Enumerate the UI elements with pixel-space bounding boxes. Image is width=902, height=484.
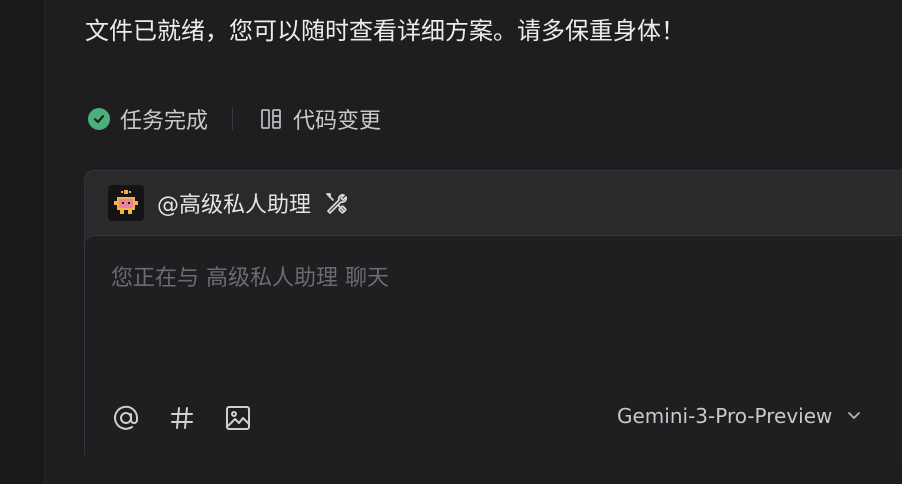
chevron-down-icon [846,404,862,428]
assistant-message: 文件已就绪，您可以随时查看详细方案。请多保重身体！ [85,17,685,45]
model-selector[interactable]: Gemini-3-Pro-Preview [617,404,862,428]
task-complete-label: 任务完成 [120,109,209,134]
status-separator [232,108,234,130]
message-input[interactable] [109,258,873,352]
message-input-area: Gemini-3-Pro-Preview [85,235,902,463]
agent-mention-label[interactable]: @高级私人助理 [157,187,311,219]
sidebar-strip [0,0,51,484]
sidebar-divider [50,0,51,484]
model-selector-label: Gemini-3-Pro-Preview [617,404,833,428]
agent-bar: @高级私人助理 [85,171,902,235]
code-changes-button[interactable]: 代码变更 [259,103,381,135]
at-icon[interactable] [111,403,141,433]
composer-toolbar [111,403,253,433]
task-complete-status: 任务完成 [88,103,208,135]
hash-icon[interactable] [167,403,197,433]
tools-icon[interactable] [323,190,349,216]
robot-avatar-icon [108,185,144,221]
diff-icon [259,107,283,131]
image-icon[interactable] [223,403,253,433]
check-circle-icon [88,108,110,130]
code-changes-label: 代码变更 [293,109,382,134]
task-status-row: 任务完成 代码变更 [88,102,381,136]
chat-composer: @高级私人助理 您正在与 高级私人助理 聊天 Gemini-3-Pro-Prev… [84,170,902,463]
